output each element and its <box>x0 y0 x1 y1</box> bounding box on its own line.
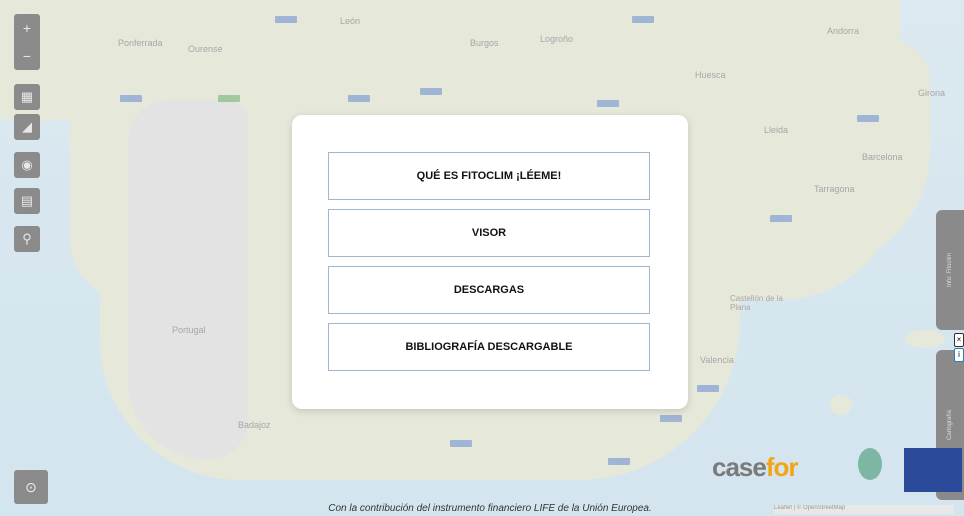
document-button[interactable]: ▤ <box>14 188 40 214</box>
info-panel-tab[interactable]: Info: Fitoclim <box>936 210 964 330</box>
zoom-control: + − <box>14 14 40 70</box>
location-icon: ⊙ <box>25 478 37 495</box>
measure-icon: ◢ <box>22 119 32 134</box>
info-icon[interactable]: i <box>954 348 964 362</box>
casefor-logo-text: case <box>712 452 767 482</box>
globe-button[interactable]: ◉ <box>14 152 40 178</box>
layers-button[interactable]: ▦ <box>14 84 40 110</box>
footer-credit: Con la contribución del instrumento fina… <box>328 503 652 514</box>
info-panel-label: Info: Fitoclim <box>947 252 953 288</box>
globe-icon: ◉ <box>21 157 33 172</box>
close-icon[interactable]: × <box>954 333 964 347</box>
bibliografia-button[interactable]: BIBLIOGRAFÍA DESCARGABLE <box>328 323 650 371</box>
search-icon: ⚲ <box>22 231 32 246</box>
zoom-in-button[interactable]: + <box>14 14 40 42</box>
partner-logo <box>858 448 882 480</box>
layers-icon: ▦ <box>20 89 34 104</box>
casefor-logo-text: for <box>765 452 799 482</box>
cartography-panel-label: Cartografía <box>947 409 953 441</box>
measure-button[interactable]: ◢ <box>14 114 40 140</box>
search-button[interactable]: ⚲ <box>14 226 40 252</box>
location-button[interactable]: ⊙ <box>14 470 48 504</box>
main-menu-modal: QUÉ ES FITOCLIM ¡LÉEME! VISOR DESCARGAS … <box>292 115 688 409</box>
eu-life-logo <box>904 448 962 492</box>
document-icon: ▤ <box>20 193 34 208</box>
descargas-button[interactable]: DESCARGAS <box>328 266 650 314</box>
fitoclim-info-button[interactable]: QUÉ ES FITOCLIM ¡LÉEME! <box>328 152 650 200</box>
zoom-out-button[interactable]: − <box>14 42 40 70</box>
visor-button[interactable]: VISOR <box>328 209 650 257</box>
casefor-logo: casefor <box>712 452 799 483</box>
